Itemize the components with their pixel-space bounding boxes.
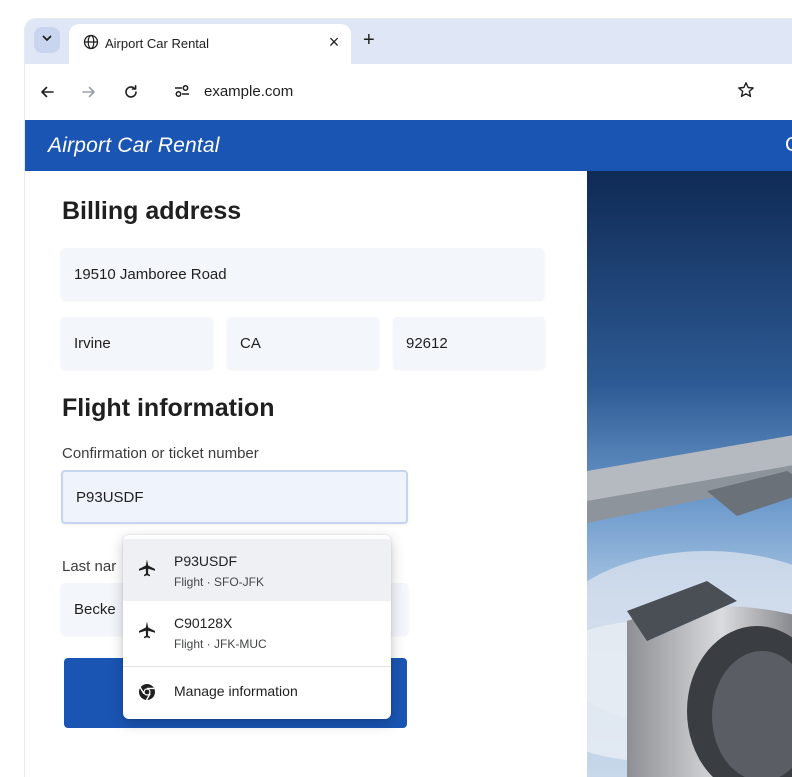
manage-information-item[interactable]: Manage information xyxy=(123,667,391,719)
chevron-down-icon xyxy=(41,31,53,49)
airplane-icon xyxy=(137,620,157,645)
chrome-icon xyxy=(137,682,157,707)
billing-heading: Billing address xyxy=(62,197,242,225)
flight-heading: Flight information xyxy=(62,394,275,422)
browser-toolbar: example.com xyxy=(25,64,792,120)
autofill-suggestion[interactable]: P93USDF Flight · SFO-JFK xyxy=(123,539,391,601)
last-name-label: Last nar xyxy=(62,558,117,575)
address-bar-url[interactable]: example.com xyxy=(204,83,293,100)
forward-button[interactable] xyxy=(79,82,99,102)
tab-airport-car-rental[interactable]: Airport Car Rental × xyxy=(69,24,351,64)
tab-strip: Airport Car Rental × + xyxy=(25,19,792,64)
reload-icon xyxy=(125,85,137,98)
arrow-left-icon xyxy=(41,86,54,98)
state-field[interactable]: CA xyxy=(227,317,379,369)
city-field[interactable]: Irvine xyxy=(61,317,213,369)
arrow-right-icon xyxy=(82,86,95,98)
site-title[interactable]: Airport Car Rental xyxy=(48,134,220,158)
tab-title: Airport Car Rental xyxy=(105,36,210,51)
confirmation-label: Confirmation or ticket number xyxy=(62,445,259,462)
browser-window: Airport Car Rental × + example.com Airpo… xyxy=(24,18,792,777)
suggestion-detail: Flight · SFO-JFK xyxy=(174,575,265,589)
suggestion-detail: Flight · JFK-MUC xyxy=(174,637,267,651)
back-button[interactable] xyxy=(37,82,57,102)
tab-search-button[interactable] xyxy=(34,27,60,53)
confirmation-number-input[interactable]: P93USDF xyxy=(61,470,408,524)
autofill-suggestion[interactable]: C90128X Flight · JFK-MUC xyxy=(123,601,391,663)
header-nav-text[interactable]: C xyxy=(785,134,792,157)
globe-icon xyxy=(83,34,99,55)
airplane-icon xyxy=(137,558,157,583)
street-address-field[interactable]: 19510 Jamboree Road xyxy=(61,248,544,300)
reload-button[interactable] xyxy=(121,82,141,102)
airplane-wing-photo xyxy=(587,171,792,777)
site-header: Airport Car Rental C xyxy=(25,120,792,171)
suggestion-value: P93USDF xyxy=(174,553,238,569)
tab-close-button[interactable]: × xyxy=(324,30,344,54)
bookmark-button[interactable] xyxy=(737,81,755,104)
tune-icon xyxy=(175,85,189,97)
star-icon xyxy=(738,82,754,98)
zip-field[interactable]: 92612 xyxy=(393,317,545,369)
manage-information-label: Manage information xyxy=(174,683,298,699)
suggestion-value: C90128X xyxy=(174,615,233,631)
site-info-button[interactable] xyxy=(173,83,191,104)
new-tab-button[interactable]: + xyxy=(363,28,375,52)
autofill-dropdown: P93USDF Flight · SFO-JFK C90128X Flight … xyxy=(123,535,391,719)
